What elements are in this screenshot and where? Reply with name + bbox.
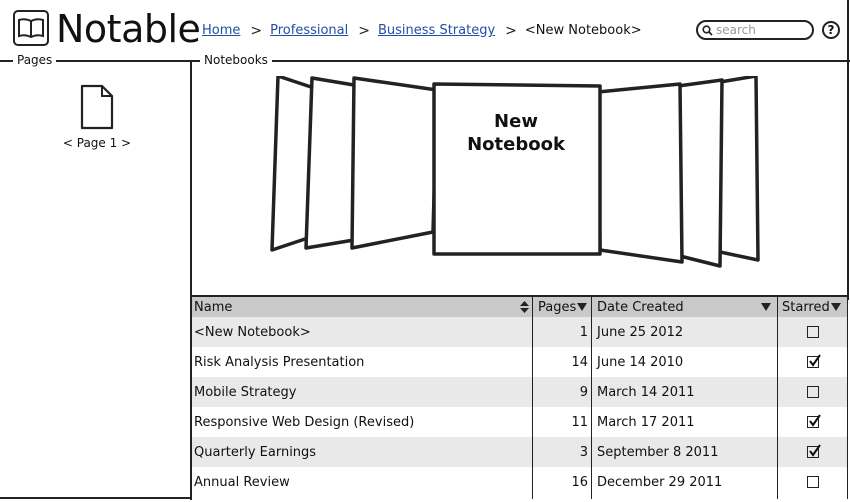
row-name: <New Notebook> (194, 324, 311, 340)
column-header-date[interactable]: Date Created (597, 297, 777, 317)
breadcrumb-separator: > (505, 23, 517, 39)
breadcrumb: Home > Professional > Business Strategy … (202, 22, 642, 40)
column-name-label: Name (194, 299, 233, 315)
pages-panel-label: Pages (13, 53, 57, 67)
search-input[interactable] (713, 23, 808, 37)
pages-panel-bottom-border (0, 497, 192, 499)
checkmark-icon (809, 444, 821, 457)
row-starred (778, 377, 848, 407)
star-checkbox[interactable] (807, 414, 821, 428)
table-row[interactable]: Annual Review 16 December 29 2011 (192, 467, 848, 497)
column-header-pages[interactable]: Pages (538, 297, 594, 317)
row-starred (778, 407, 848, 437)
notebooks-panel-label: Notebooks (200, 53, 272, 67)
help-icon[interactable]: ? (822, 21, 840, 39)
row-pages: 1 (579, 324, 588, 340)
checkmark-icon (809, 414, 821, 427)
breadcrumb-current: <New Notebook> (524, 23, 642, 38)
star-checkbox[interactable] (807, 326, 819, 338)
sort-updown-icon[interactable] (520, 301, 529, 313)
row-starred (778, 467, 848, 497)
row-pages: 14 (571, 354, 588, 370)
column-starred-label: Starred (782, 299, 830, 315)
row-starred (778, 317, 848, 347)
column-header-name[interactable]: Name (194, 297, 530, 317)
page-thumbnail[interactable]: < Page 1 > (62, 84, 132, 150)
star-checkbox[interactable] (807, 444, 821, 458)
row-name: Annual Review (194, 474, 290, 490)
star-checkbox[interactable] (807, 476, 819, 488)
row-pages: 16 (571, 474, 588, 490)
search-box[interactable] (696, 20, 814, 40)
column-divider (777, 297, 778, 499)
right-border (847, 0, 849, 300)
column-divider (847, 297, 848, 499)
row-name: Risk Analysis Presentation (194, 354, 365, 370)
table-row[interactable]: Responsive Web Design (Revised) 11 March… (192, 407, 848, 437)
star-checkbox[interactable] (807, 354, 821, 368)
column-divider (591, 297, 592, 499)
row-date: March 17 2011 (597, 414, 695, 430)
row-name: Responsive Web Design (Revised) (194, 414, 415, 430)
breadcrumb-business-strategy[interactable]: Business Strategy (378, 22, 495, 40)
notebook-title-line2: Notebook (467, 134, 565, 155)
page-caption: < Page 1 > (62, 136, 132, 150)
row-starred (778, 437, 848, 467)
row-date: June 25 2012 (597, 324, 684, 340)
row-date: December 29 2011 (597, 474, 723, 490)
breadcrumb-separator: > (358, 23, 370, 39)
notebook-cover-right-3 (718, 76, 760, 262)
document-icon (80, 84, 114, 130)
notebook-cover-right-2 (676, 78, 724, 268)
notebook-cover-right-1 (596, 82, 684, 264)
book-icon (18, 18, 44, 39)
row-date: June 14 2010 (597, 354, 684, 370)
row-name: Quarterly Earnings (194, 444, 317, 460)
notebook-coverflow[interactable] (262, 76, 762, 268)
chevron-down-icon (577, 303, 588, 311)
column-date-label: Date Created (597, 299, 684, 315)
column-pages-label: Pages (538, 299, 577, 315)
table-row[interactable]: Risk Analysis Presentation 14 June 14 20… (192, 347, 848, 377)
selected-notebook-title: New Notebook (436, 110, 596, 156)
chevron-down-icon[interactable] (761, 303, 771, 311)
app-title: Notable (56, 7, 201, 51)
column-divider (532, 297, 533, 499)
breadcrumb-professional[interactable]: Professional (270, 22, 348, 40)
breadcrumb-separator: > (250, 23, 263, 39)
row-name: Mobile Strategy (194, 384, 297, 400)
star-checkbox[interactable] (807, 386, 819, 398)
table-row[interactable]: Quarterly Earnings 3 September 8 2011 (192, 437, 848, 467)
row-pages: 11 (571, 414, 588, 430)
app-logo (13, 10, 49, 46)
row-pages: 3 (579, 444, 588, 460)
table-row[interactable]: Mobile Strategy 9 March 14 2011 (192, 377, 848, 407)
column-header-starred[interactable]: Starred (782, 297, 848, 317)
header-bottom-rule (0, 60, 850, 62)
row-date: March 14 2011 (597, 384, 695, 400)
notebook-cover-left-1 (350, 76, 439, 250)
search-icon (702, 24, 713, 36)
table-header: Name Pages Date Created Starred (192, 297, 848, 317)
row-pages: 9 (579, 384, 588, 400)
checkmark-icon (809, 354, 821, 367)
row-date: September 8 2011 (597, 444, 719, 460)
notebook-title-line1: New (494, 111, 538, 132)
row-starred (778, 347, 848, 377)
breadcrumb-home[interactable]: Home (202, 22, 240, 40)
table-row[interactable]: <New Notebook> 1 June 25 2012 (192, 317, 848, 347)
chevron-down-icon (830, 303, 841, 311)
